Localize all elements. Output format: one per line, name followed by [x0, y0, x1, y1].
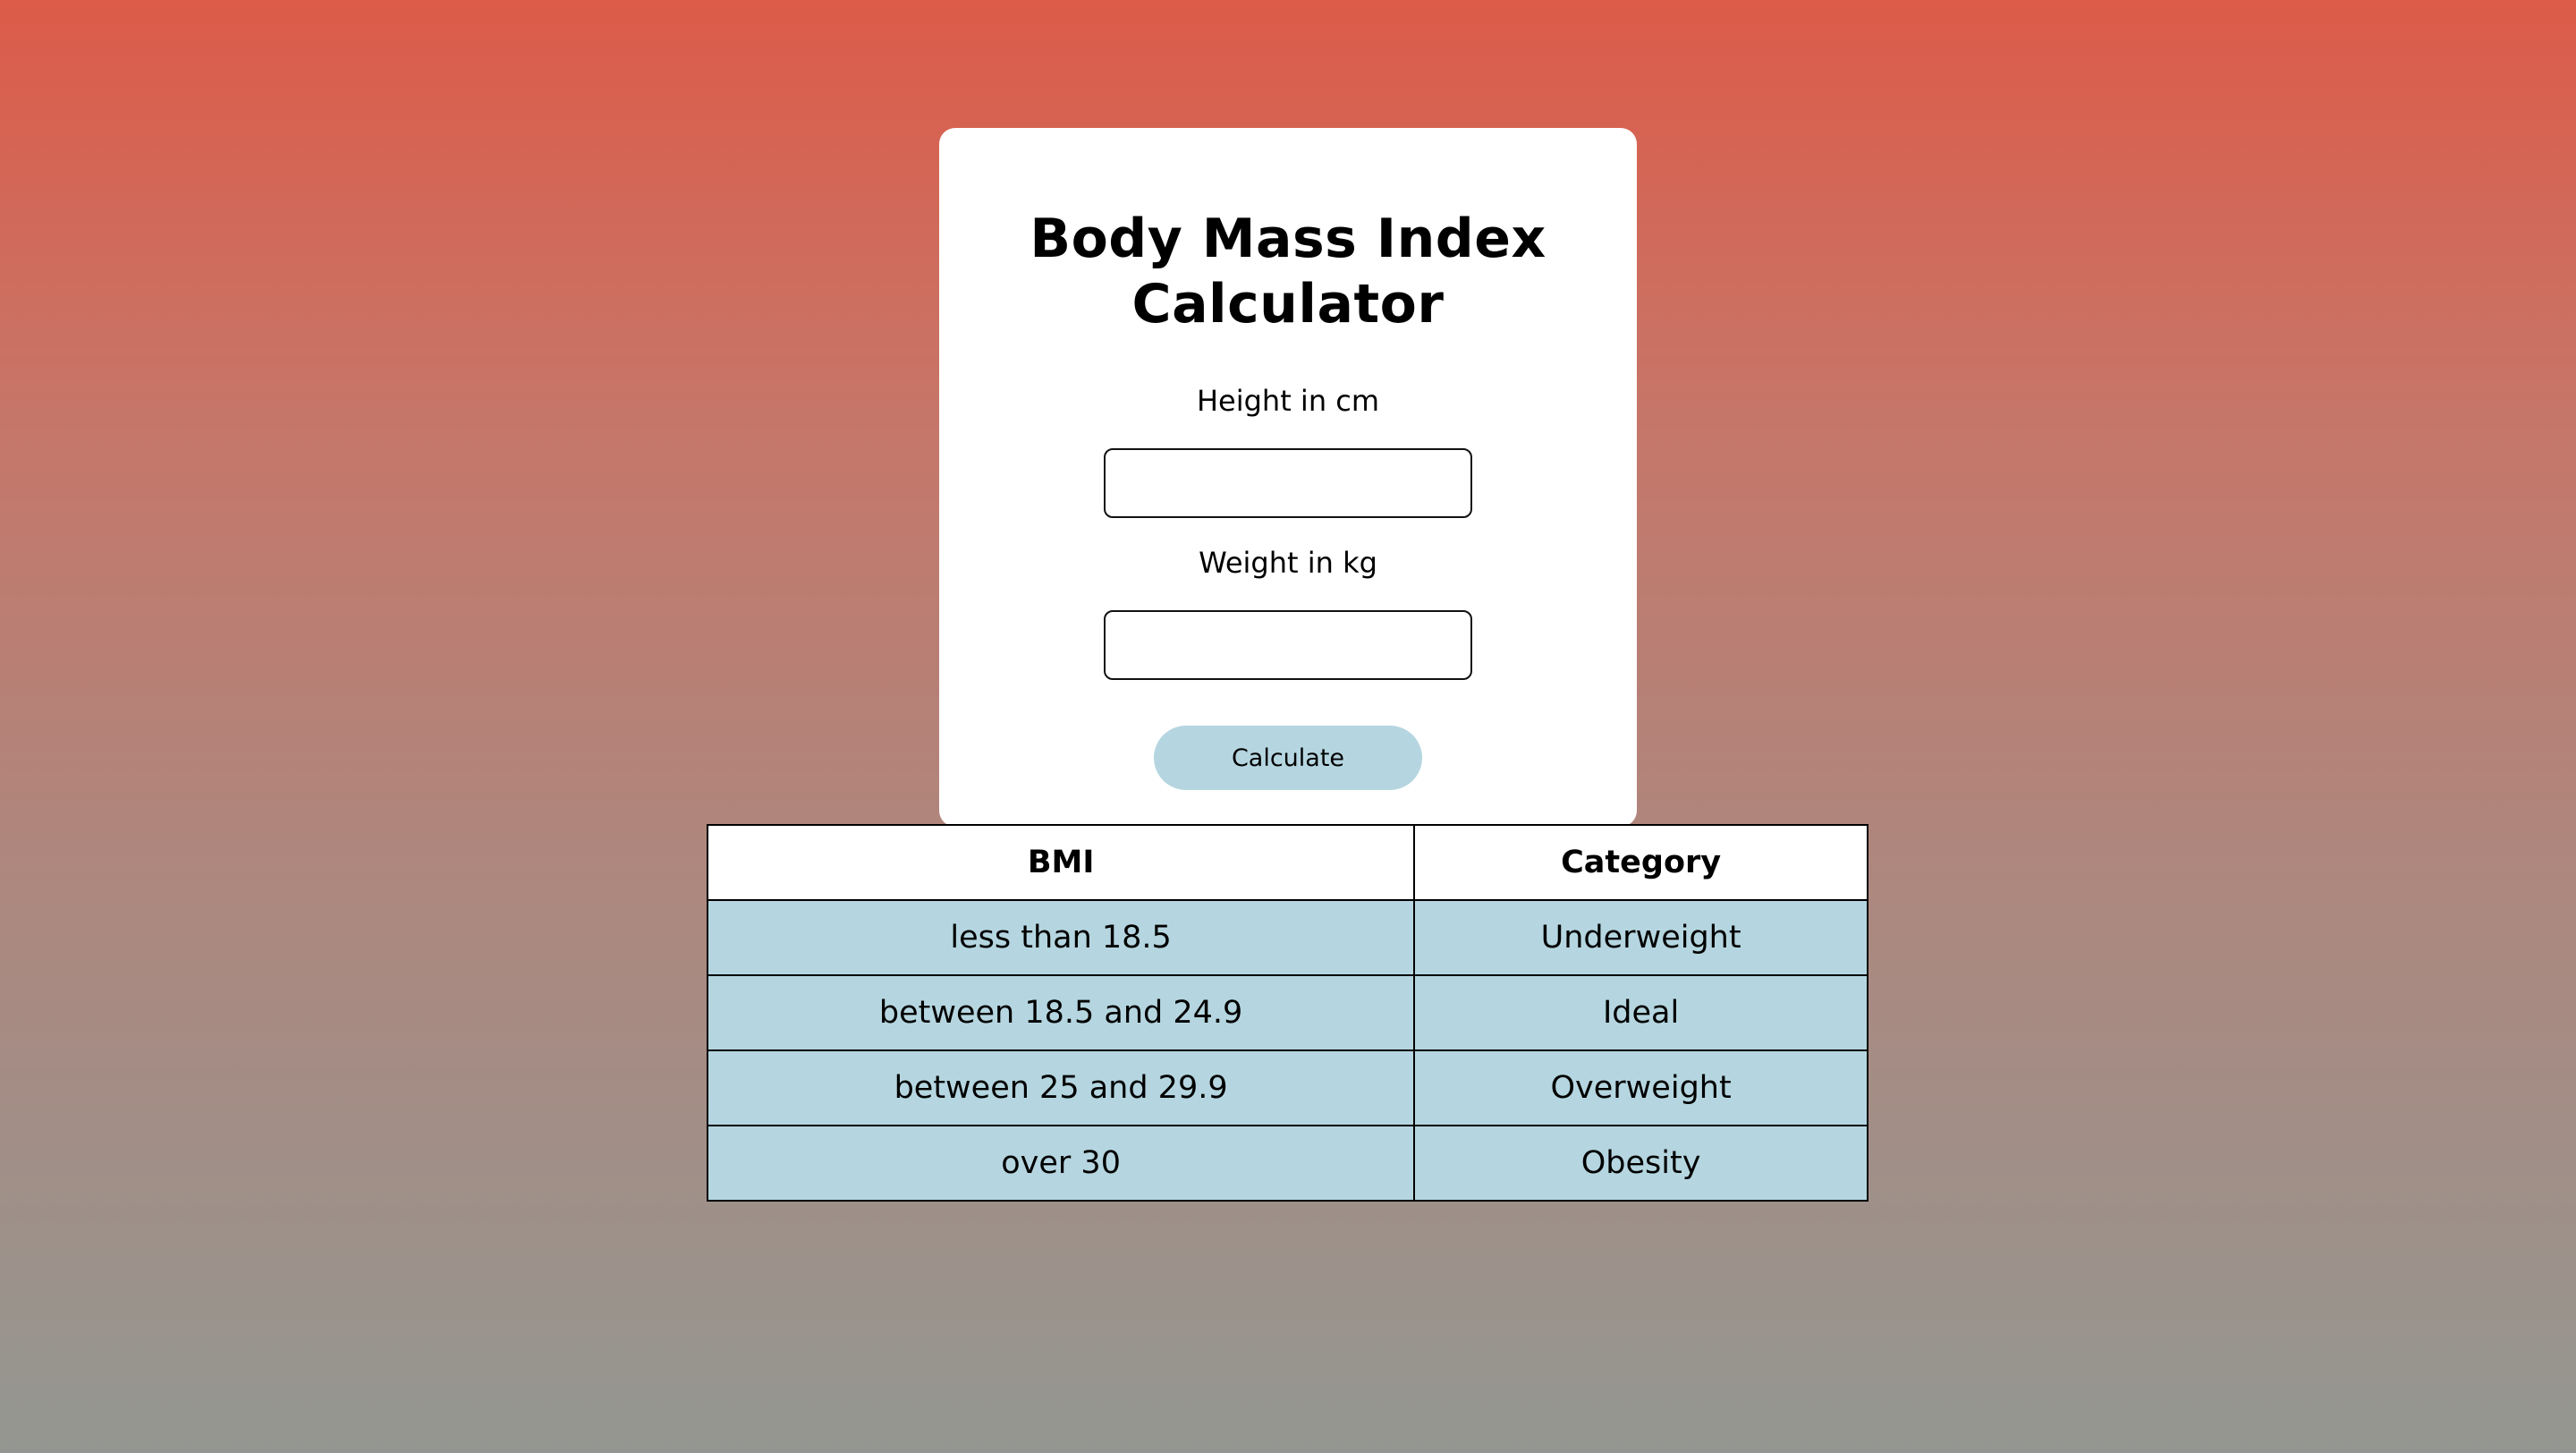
bmi-category-table: BMI Category less than 18.5 Underweight … [706, 824, 1868, 1202]
table-row: between 25 and 29.9 Overweight [706, 1049, 1868, 1126]
weight-input[interactable] [1104, 610, 1472, 680]
height-input[interactable] [1104, 448, 1472, 518]
calculate-button[interactable]: Calculate [1154, 726, 1422, 790]
table-cell-category: Overweight [1413, 1049, 1868, 1126]
table-row: between 18.5 and 24.9 Ideal [706, 974, 1868, 1051]
weight-label: Weight in kg [1199, 546, 1377, 580]
table-header-category: Category [1413, 824, 1868, 901]
table-cell-category: Underweight [1413, 899, 1868, 976]
table-row: over 30 Obesity [706, 1125, 1868, 1202]
table-row: less than 18.5 Underweight [706, 899, 1868, 976]
table-cell-bmi: less than 18.5 [706, 899, 1416, 976]
table-cell-category: Ideal [1413, 974, 1868, 1051]
calculator-card: Body Mass Index Calculator Height in cm … [939, 128, 1637, 827]
table-header-bmi: BMI [706, 824, 1416, 901]
table-header-row: BMI Category [706, 824, 1868, 901]
height-label: Height in cm [1196, 384, 1380, 418]
table-cell-bmi: between 25 and 29.9 [706, 1049, 1416, 1126]
table-cell-bmi: between 18.5 and 24.9 [706, 974, 1416, 1051]
table-cell-bmi: over 30 [706, 1125, 1416, 1202]
page-title: Body Mass Index Calculator [1030, 208, 1546, 336]
table-cell-category: Obesity [1413, 1125, 1868, 1202]
